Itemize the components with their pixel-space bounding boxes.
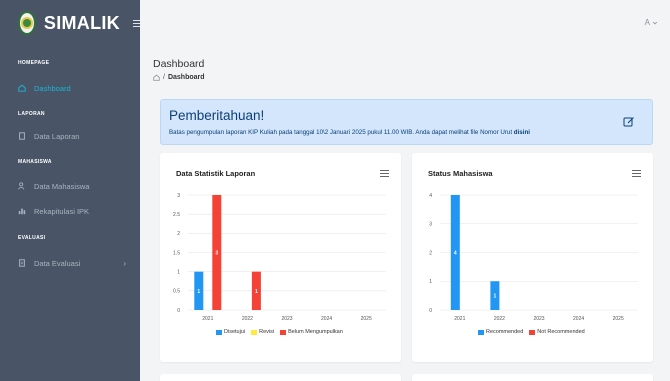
- bar-chart-icon: [18, 208, 26, 215]
- sidebar-item-data-laporan[interactable]: Data Laporan: [0, 127, 140, 145]
- sidebar-item-label: Dashboard: [34, 83, 71, 93]
- legend-swatch: [280, 329, 287, 335]
- user-menu-label: A: [644, 18, 650, 27]
- alert-title: Pemberitahuan!: [169, 108, 265, 123]
- edit-icon[interactable]: [623, 116, 635, 128]
- legend-item[interactable]: Not Recommended: [529, 329, 585, 335]
- chevron-down-icon: [652, 21, 658, 24]
- x-tick-label: 2024: [321, 316, 332, 322]
- x-tick-label: 2022: [494, 316, 505, 322]
- sidebar-item-label: Data Mahasiswa: [34, 181, 90, 191]
- legend-label: Recommended: [486, 329, 524, 335]
- breadcrumb-current: Dashboard: [167, 74, 205, 81]
- legend-swatch: [478, 329, 484, 335]
- bar-data-label: 1: [494, 294, 497, 300]
- breadcrumb-separator: /: [163, 74, 165, 81]
- home-icon: [18, 84, 26, 92]
- legend-swatch: [251, 329, 258, 335]
- bar-data-label: 1: [255, 289, 258, 295]
- y-tick-label: 0: [177, 308, 180, 314]
- sidebar-item-data-evaluasi[interactable]: Data Evaluasi ›: [0, 254, 140, 272]
- chart-card-mahasiswa: Status Mahasiswa 0 1 2 3 4 2021 4 2022 1 2023 2024…: [412, 153, 653, 362]
- chart-legend: Recommended Not Recommended: [478, 329, 585, 335]
- sidebar-item-label: Data Laporan: [34, 131, 80, 141]
- alert-message: Batas pengumpulan laporan KIP Kuliah pad…: [169, 129, 514, 136]
- y-tick-label: 2: [429, 250, 432, 256]
- x-tick-label: 2023: [281, 316, 292, 322]
- y-tick-label: 3: [177, 193, 180, 199]
- legend-label: Disetujui: [224, 329, 246, 335]
- home-icon[interactable]: [153, 74, 160, 81]
- alert-text: Batas pengumpulan laporan KIP Kuliah pad…: [169, 129, 530, 136]
- section-title-homepage: HOMEPAGE: [18, 60, 50, 66]
- x-tick-label: 2021: [202, 316, 213, 322]
- sidebar-item-dashboard[interactable]: Dashboard: [0, 79, 140, 97]
- x-tick-label: 2022: [242, 316, 253, 322]
- legend-item[interactable]: Revisi: [251, 329, 274, 335]
- section-title-laporan: LAPORAN: [18, 111, 45, 117]
- sidebar-item-label: Data Evaluasi: [34, 258, 81, 268]
- breadcrumb: / Dashboard: [153, 74, 205, 81]
- legend-label: Revisi: [259, 329, 275, 335]
- legend-swatch: [216, 329, 222, 335]
- section-title-mahasiswa: MAHASISWA: [18, 159, 52, 165]
- topbar: A: [140, 0, 670, 46]
- bar-data-label: 4: [454, 251, 457, 257]
- x-tick-label: 2025: [361, 316, 372, 322]
- card-partial: [412, 374, 653, 381]
- file-icon: [19, 259, 25, 267]
- x-tick-label: 2023: [533, 316, 544, 322]
- card-partial: [160, 374, 401, 381]
- sidebar-item-label: Rekapitulasi IPK: [34, 206, 90, 216]
- x-tick-label: 2024: [573, 316, 584, 322]
- user-menu[interactable]: A: [645, 18, 658, 27]
- users-icon: [18, 182, 25, 190]
- chart-legend: Disetujui Revisi Belum Mengumpulkan: [216, 329, 343, 335]
- y-tick-label: 4: [429, 193, 432, 199]
- y-tick-label: 0.5: [173, 289, 180, 295]
- legend-label: Belum Mengumpulkan: [288, 329, 343, 335]
- logo-icon: [18, 11, 36, 35]
- sidebar: SIMALIK HOMEPAGE Dashboard LAPORAN Data …: [0, 0, 140, 381]
- x-tick-label: 2021: [454, 316, 465, 322]
- chevron-right-icon: ›: [123, 258, 126, 268]
- alert-link[interactable]: disini: [514, 129, 530, 136]
- brand-name: SIMALIK: [43, 12, 120, 33]
- sidebar-item-rekapitulasi-ipk[interactable]: Rekapitulasi IPK: [0, 202, 140, 220]
- document-icon: [19, 132, 25, 140]
- legend-label: Not Recommended: [537, 329, 585, 335]
- section-title-evaluasi: EVALUASI: [18, 235, 46, 241]
- legend-item[interactable]: Recommended: [478, 329, 523, 335]
- y-tick-label: 1: [429, 279, 432, 285]
- y-tick-label: 1: [177, 269, 180, 275]
- legend-item[interactable]: Belum Mengumpulkan: [280, 329, 343, 335]
- notice-alert: Pemberitahuan! Batas pengumpulan laporan…: [160, 99, 653, 145]
- y-tick-label: 3: [429, 222, 432, 228]
- y-tick-label: 1.5: [173, 250, 180, 256]
- bar-data-label: 3: [215, 251, 218, 257]
- sidebar-toggle-icon[interactable]: [133, 19, 140, 27]
- x-tick-label: 2025: [613, 316, 624, 322]
- sidebar-item-data-mahasiswa[interactable]: Data Mahasiswa: [0, 177, 140, 195]
- legend-swatch: [529, 329, 536, 335]
- y-tick-label: 0: [429, 308, 432, 314]
- bar-data-label: 1: [197, 289, 200, 295]
- page-title: Dashboard: [153, 58, 205, 70]
- brand[interactable]: SIMALIK: [0, 0, 140, 46]
- y-tick-label: 2.5: [173, 212, 180, 218]
- y-tick-label: 2: [177, 231, 180, 237]
- legend-item[interactable]: Disetujui: [216, 329, 245, 335]
- chart-card-laporan: Data Statistik Laporan 0 0.5 1 1.5 2 2.5 3 2021…: [160, 153, 401, 362]
